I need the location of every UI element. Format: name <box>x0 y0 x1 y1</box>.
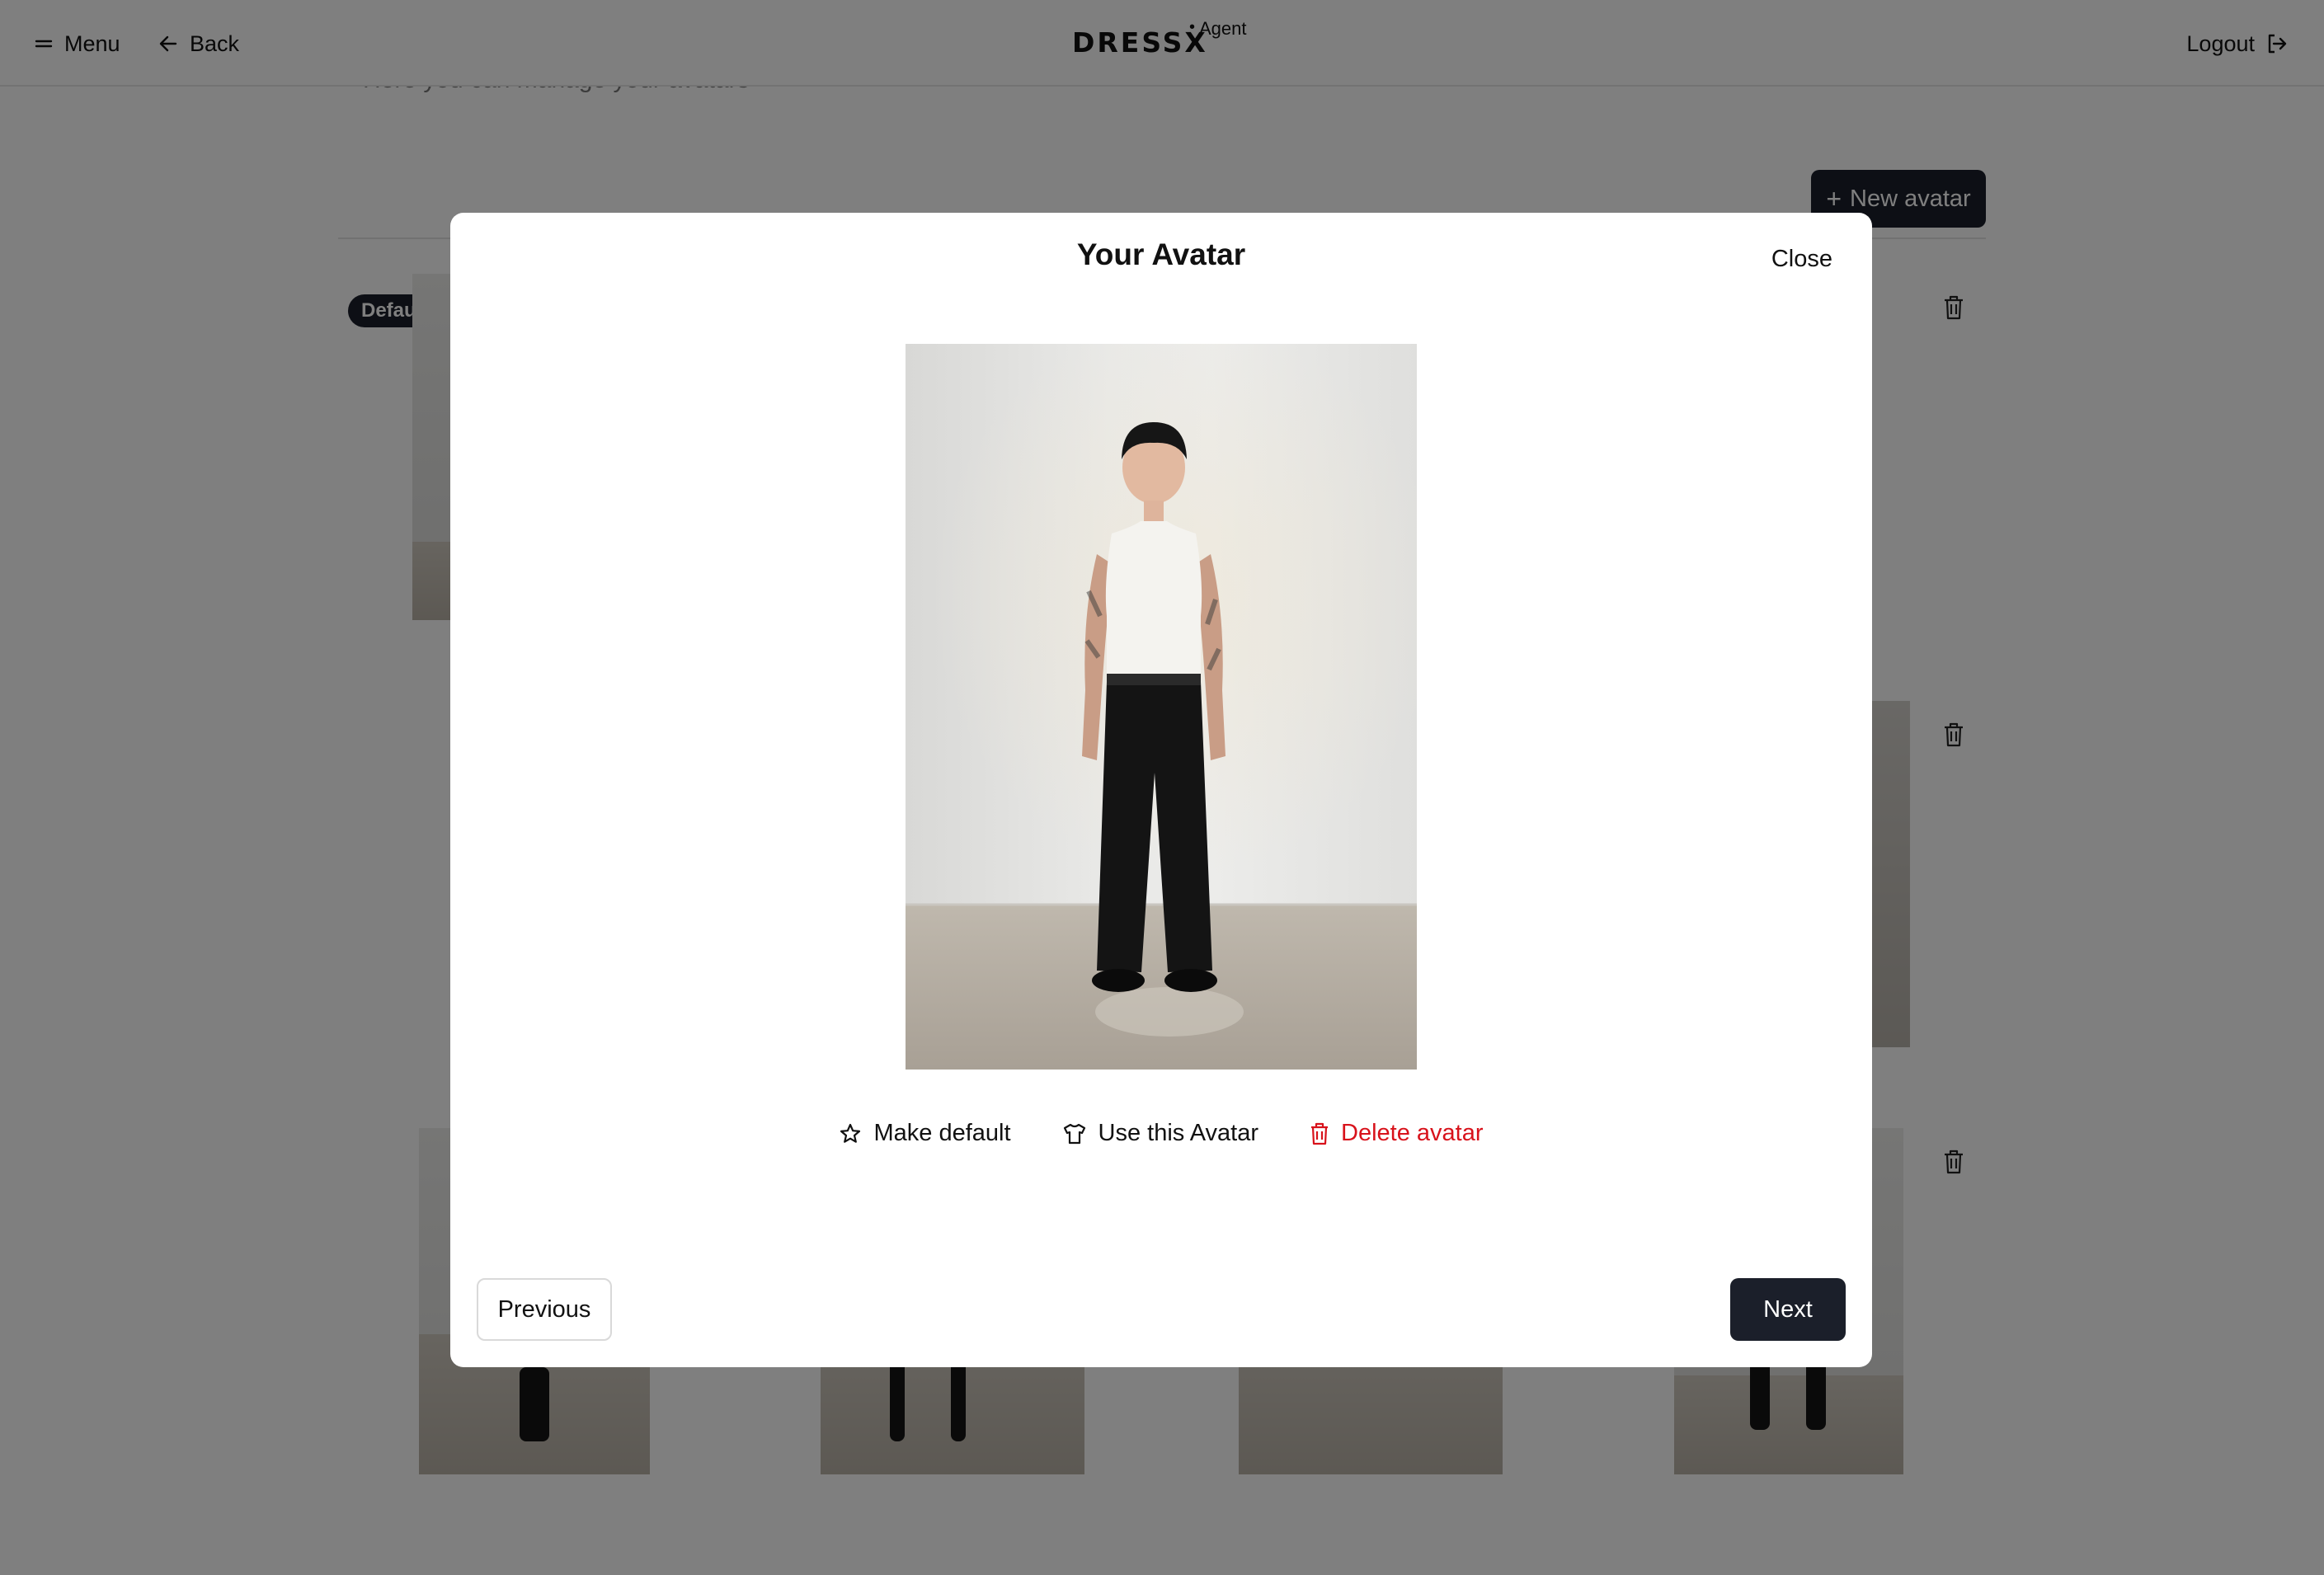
use-avatar-button[interactable]: Use this Avatar <box>1062 1120 1259 1147</box>
close-button[interactable]: Close <box>1771 246 1832 273</box>
make-default-label: Make default <box>873 1120 1011 1146</box>
avatar-illustration <box>906 344 1417 1070</box>
delete-avatar-button[interactable]: Delete avatar <box>1310 1120 1484 1147</box>
previous-button[interactable]: Previous <box>477 1278 612 1341</box>
make-default-button[interactable]: Make default <box>839 1120 1011 1147</box>
modal-title: Your Avatar <box>1076 237 1246 271</box>
trash-icon <box>1311 1122 1329 1145</box>
avatar-image <box>906 344 1417 1070</box>
next-button[interactable]: Next <box>1730 1278 1846 1341</box>
avatar-actions: Make default Use this Avatar Delete avat… <box>450 1120 1872 1147</box>
delete-avatar-label: Delete avatar <box>1341 1120 1484 1146</box>
tshirt-icon <box>1063 1123 1085 1144</box>
star-icon <box>840 1123 861 1143</box>
use-avatar-label: Use this Avatar <box>1098 1120 1259 1146</box>
avatar-modal: Your Avatar Close Make default Use this … <box>450 213 1872 1367</box>
